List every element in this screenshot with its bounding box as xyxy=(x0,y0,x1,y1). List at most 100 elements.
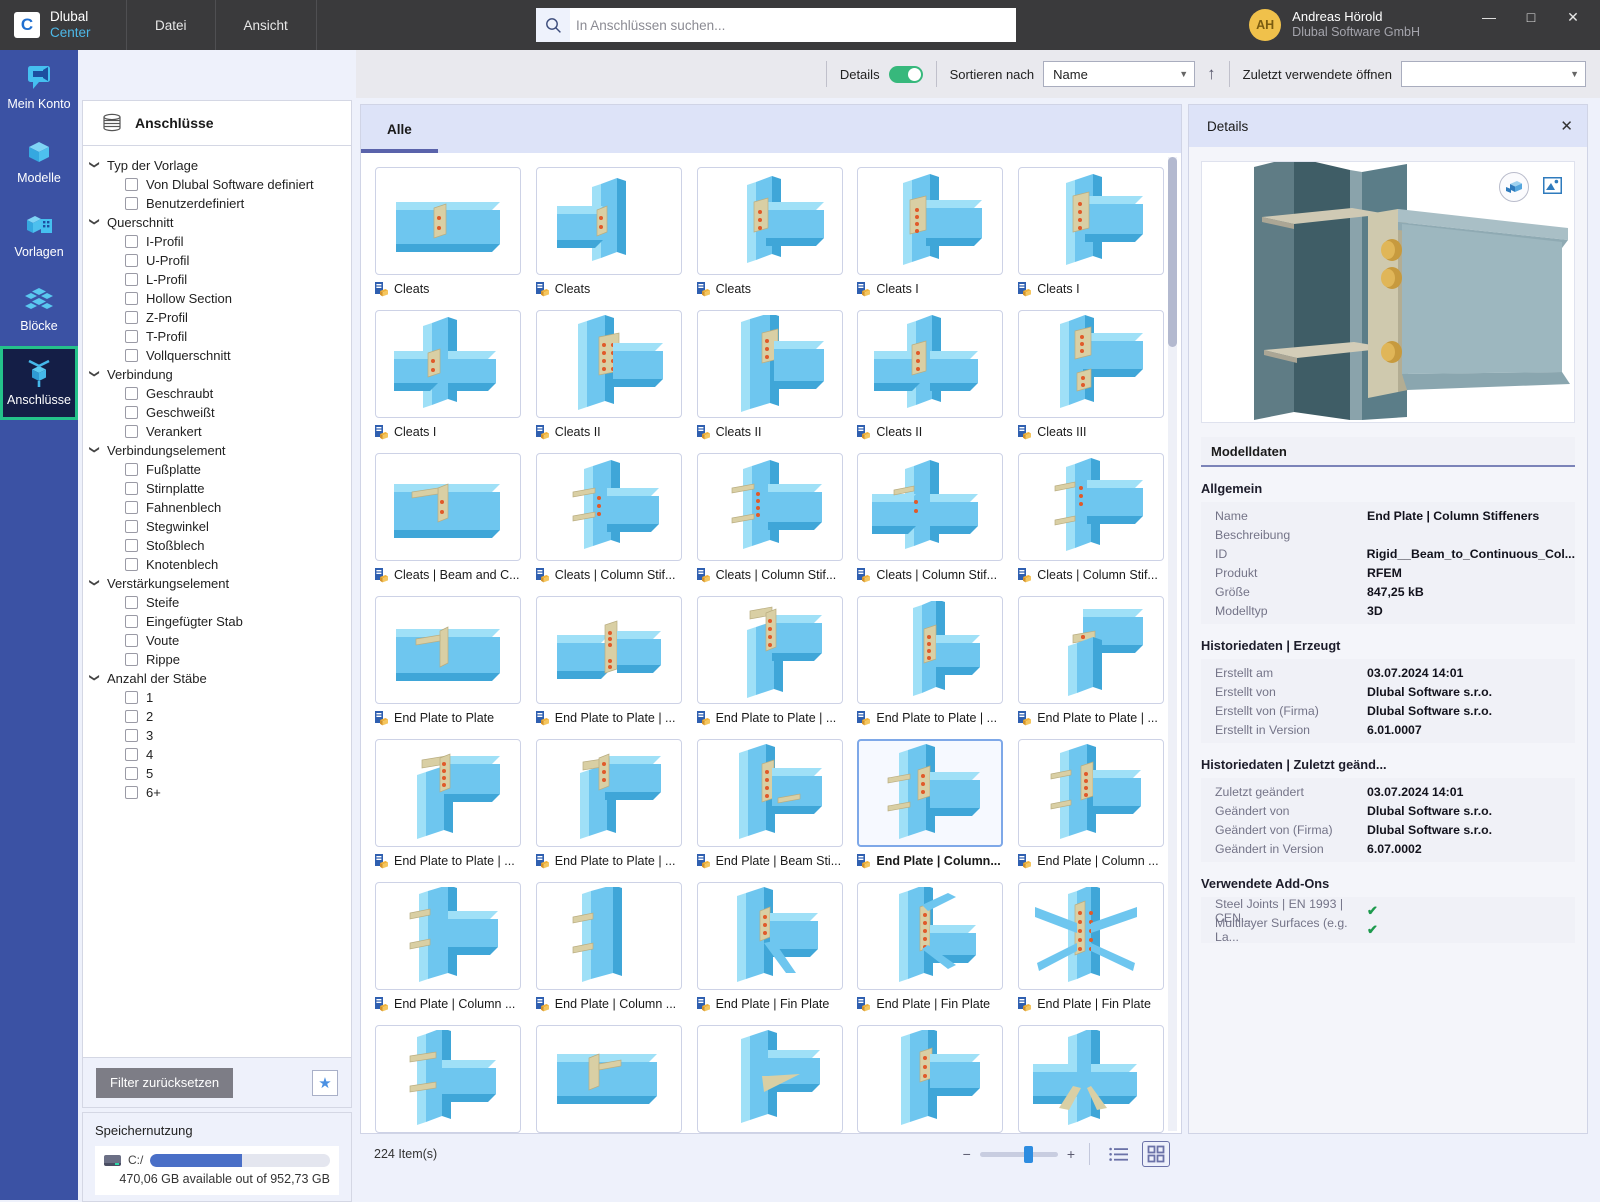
menu-datei[interactable]: Datei xyxy=(127,0,216,50)
grid-item[interactable]: Cleats | Column Stif... xyxy=(851,446,1012,589)
checkbox[interactable] xyxy=(125,235,138,248)
checkbox[interactable] xyxy=(125,710,138,723)
filter-option[interactable]: Verankert xyxy=(89,422,351,441)
filter-option[interactable]: Knotenblech xyxy=(89,555,351,574)
grid-item[interactable]: Cleats | Column Stif... xyxy=(530,446,691,589)
filter-option[interactable]: 1 xyxy=(89,688,351,707)
grid-item[interactable]: Cleats II xyxy=(530,303,691,446)
filter-group-3[interactable]: ❯ Verbindungselement xyxy=(89,441,351,460)
filter-option[interactable]: Fahnenblech xyxy=(89,498,351,517)
checkbox[interactable] xyxy=(125,197,138,210)
sidebar-item-anschluesse[interactable]: Anschlüsse xyxy=(0,346,78,420)
rotate-3d-icon[interactable] xyxy=(1499,172,1529,202)
checkbox[interactable] xyxy=(125,482,138,495)
grid-item[interactable]: Cleats I xyxy=(1012,160,1173,303)
filter-option[interactable]: Stoßblech xyxy=(89,536,351,555)
grid-item[interactable] xyxy=(530,1018,691,1133)
grid-item[interactable]: End Plate to Plate xyxy=(369,589,530,732)
filter-option[interactable]: Stegwinkel xyxy=(89,517,351,536)
checkbox[interactable] xyxy=(125,596,138,609)
items-grid-scroll[interactable]: Cleats Cleats Cleats Cleats I Cleats I Cleats… xyxy=(361,153,1181,1133)
grid-item[interactable]: Cleats xyxy=(530,160,691,303)
grid-item[interactable]: End Plate | Column ... xyxy=(369,875,530,1018)
grid-item[interactable]: End Plate to Plate | ... xyxy=(851,589,1012,732)
minimize-icon[interactable]: — xyxy=(1468,2,1510,32)
grid-item[interactable]: End Plate | Column ... xyxy=(1012,732,1173,875)
filter-option[interactable]: 6+ xyxy=(89,783,351,802)
filter-option[interactable]: L-Profil xyxy=(89,270,351,289)
filter-option[interactable]: Voute xyxy=(89,631,351,650)
details-toggle[interactable] xyxy=(888,65,923,83)
user-account[interactable]: AH Andreas Hörold Dlubal Software GmbH xyxy=(1249,0,1420,50)
grid-item[interactable] xyxy=(691,1018,852,1133)
filter-group-1[interactable]: ❯ Querschnitt xyxy=(89,213,351,232)
zoom-slider[interactable] xyxy=(979,1145,1058,1163)
checkbox[interactable] xyxy=(125,653,138,666)
image-icon[interactable] xyxy=(1542,176,1563,197)
star-icon[interactable]: ★ xyxy=(312,1069,338,1096)
checkbox[interactable] xyxy=(125,273,138,286)
sort-select[interactable]: Name ▼ xyxy=(1043,61,1196,87)
grid-item[interactable]: Cleats III xyxy=(1012,303,1173,446)
sidebar-item-modelle[interactable]: Modelle xyxy=(0,124,78,198)
checkbox[interactable] xyxy=(125,748,138,761)
checkbox[interactable] xyxy=(125,349,138,362)
zoom-in-button[interactable]: + xyxy=(1067,1146,1075,1162)
filter-option[interactable]: 5 xyxy=(89,764,351,783)
checkbox[interactable] xyxy=(125,767,138,780)
filter-option[interactable]: Hollow Section xyxy=(89,289,351,308)
filter-option[interactable]: Von Dlubal Software definiert xyxy=(89,175,351,194)
checkbox[interactable] xyxy=(125,558,138,571)
checkbox[interactable] xyxy=(125,634,138,647)
checkbox[interactable] xyxy=(125,463,138,476)
checkbox[interactable] xyxy=(125,425,138,438)
search-bar[interactable] xyxy=(536,8,1016,42)
grid-item[interactable]: End Plate to Plate | ... xyxy=(691,589,852,732)
filter-option[interactable]: I-Profil xyxy=(89,232,351,251)
grid-item[interactable]: Cleats xyxy=(369,160,530,303)
menu-ansicht[interactable]: Ansicht xyxy=(216,0,317,50)
checkbox[interactable] xyxy=(125,691,138,704)
filter-option[interactable]: Geschweißt xyxy=(89,403,351,422)
grid-item[interactable] xyxy=(1012,1018,1173,1133)
checkbox[interactable] xyxy=(125,729,138,742)
grid-item[interactable]: End Plate | Column... xyxy=(851,732,1012,875)
grid-view-icon[interactable] xyxy=(1142,1141,1170,1167)
grid-item[interactable]: Cleats xyxy=(691,160,852,303)
filter-option[interactable]: 4 xyxy=(89,745,351,764)
sidebar-item-bloecke[interactable]: Blöcke xyxy=(0,272,78,346)
sidebar-item-mein-konto[interactable]: Mein Konto xyxy=(0,50,78,124)
grid-item[interactable]: End Plate to Plate | ... xyxy=(530,732,691,875)
grid-item[interactable]: Cleats I xyxy=(851,160,1012,303)
checkbox[interactable] xyxy=(125,786,138,799)
filter-option[interactable]: Eingefügter Stab xyxy=(89,612,351,631)
grid-item[interactable]: End Plate | Fin Plate xyxy=(851,875,1012,1018)
checkbox[interactable] xyxy=(125,406,138,419)
grid-item[interactable] xyxy=(369,1018,530,1133)
grid-scrollbar-thumb[interactable] xyxy=(1168,157,1177,347)
sort-direction-button[interactable]: ↑ xyxy=(1207,64,1216,84)
checkbox[interactable] xyxy=(125,178,138,191)
zoom-slider-knob[interactable] xyxy=(1023,1145,1033,1163)
filter-option[interactable]: 2 xyxy=(89,707,351,726)
grid-item[interactable]: Cleats II xyxy=(851,303,1012,446)
close-icon[interactable]: ✕ xyxy=(1560,117,1573,135)
checkbox[interactable] xyxy=(125,254,138,267)
grid-scrollbar[interactable] xyxy=(1168,157,1177,1131)
filter-group-2[interactable]: ❯ Verbindung xyxy=(89,365,351,384)
grid-item[interactable]: End Plate | Column ... xyxy=(530,875,691,1018)
checkbox[interactable] xyxy=(125,311,138,324)
filter-group-0[interactable]: ❯ Typ der Vorlage xyxy=(89,156,351,175)
filter-option[interactable]: T-Profil xyxy=(89,327,351,346)
filter-option[interactable]: Z-Profil xyxy=(89,308,351,327)
grid-item[interactable]: End Plate | Beam Sti... xyxy=(691,732,852,875)
grid-item[interactable]: Cleats | Beam and C... xyxy=(369,446,530,589)
grid-item[interactable]: Cleats | Column Stif... xyxy=(691,446,852,589)
checkbox[interactable] xyxy=(125,501,138,514)
checkbox[interactable] xyxy=(125,615,138,628)
filter-option[interactable]: Rippe xyxy=(89,650,351,669)
grid-item[interactable]: End Plate | Fin Plate xyxy=(1012,875,1173,1018)
model-preview[interactable] xyxy=(1201,161,1575,423)
filter-option[interactable]: Steife xyxy=(89,593,351,612)
filter-option[interactable]: Vollquerschnitt xyxy=(89,346,351,365)
